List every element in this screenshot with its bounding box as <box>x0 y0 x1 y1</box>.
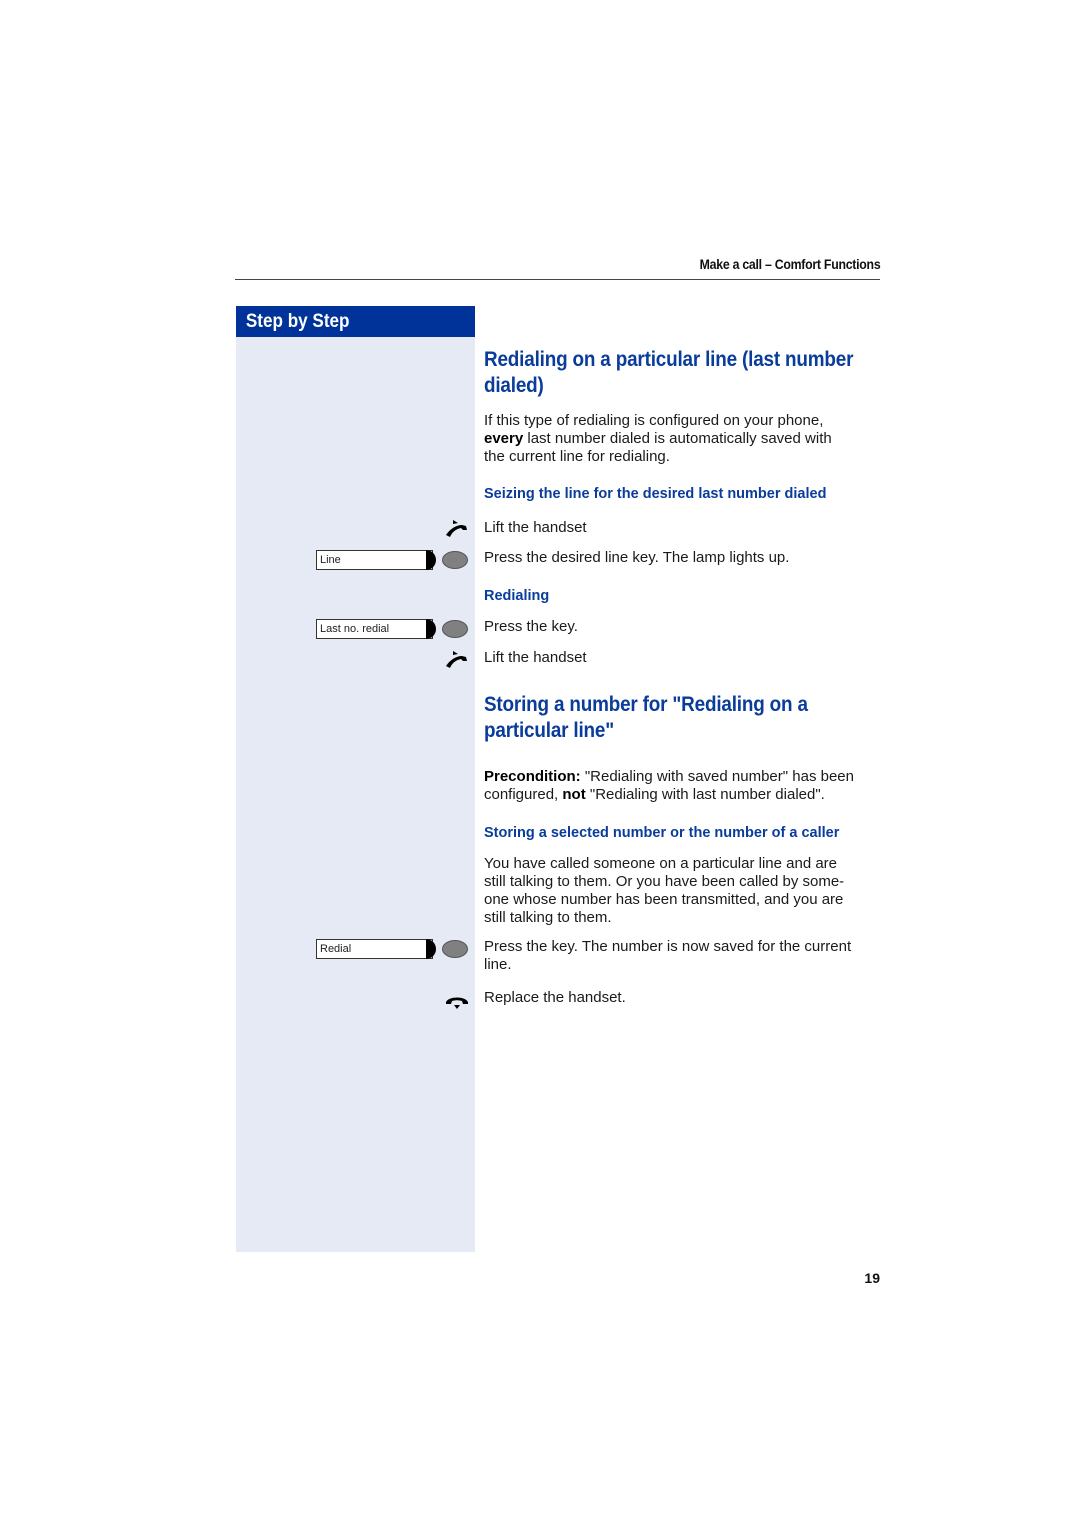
key-cap <box>426 619 436 639</box>
key-cap <box>426 939 436 959</box>
precondition-label: Precondition: <box>484 768 581 785</box>
text-line: configured, not "Redialing with last num… <box>484 786 884 804</box>
step-replace-handset: Replace the handset. <box>484 989 626 1006</box>
section-heading-storing-number: Storing a number for "Redialing on a par… <box>484 692 880 744</box>
line-key-label: Line <box>316 550 433 570</box>
text-span: configured, <box>484 786 563 803</box>
text-line: still talking to them. <box>484 909 612 926</box>
subheading-redialing: Redialing <box>484 588 550 604</box>
step-press-key: Press the key. <box>484 618 578 635</box>
text-span: "Redialing with last number dialed". <box>585 786 825 803</box>
text-line: still talking to them. Or you have been … <box>484 873 845 890</box>
last-no-redial-key[interactable]: Last no. redial <box>316 619 468 639</box>
heading-line: Redialing on a particular line (last num… <box>484 348 854 371</box>
emphasis: every <box>484 430 524 447</box>
step-press-line-key: Press the desired line key. The lamp lig… <box>484 549 790 566</box>
heading-line: Storing a number for "Redialing on a <box>484 693 808 716</box>
page-number: 19 <box>864 1270 880 1286</box>
text-line: Precondition: "Redialing with saved numb… <box>484 768 884 786</box>
lift-handset-icon <box>446 651 467 668</box>
subheading-seizing-line: Seizing the line for the desired last nu… <box>484 486 827 502</box>
lift-handset-icon <box>446 520 467 537</box>
sidebar-title-text: Step by Step <box>245 311 350 332</box>
header-divider <box>235 279 880 280</box>
step-by-step-sidebar <box>236 306 475 1252</box>
lamp-icon <box>442 620 468 638</box>
key-cap <box>426 550 436 570</box>
text-line: Press the key. The number is now saved f… <box>484 938 852 955</box>
text-line: You have called someone on a particular … <box>484 855 838 872</box>
lamp-icon <box>442 940 468 958</box>
subheading-storing-selected-number: Storing a selected number or the number … <box>484 825 840 841</box>
text-line: one whose number has been transmitted, a… <box>484 891 844 908</box>
text-span: "Redialing with saved number" has been <box>580 768 854 785</box>
sidebar-title: Step by Step <box>236 306 475 337</box>
line-key[interactable]: Line <box>316 550 468 570</box>
precondition-paragraph: Precondition: "Redialing with saved numb… <box>484 768 884 804</box>
replace-handset-icon <box>446 997 468 1009</box>
intro-paragraph: If this type of redialing is configured … <box>484 412 884 466</box>
heading-line: dialed) <box>484 374 544 397</box>
lamp-icon <box>442 551 468 569</box>
emphasis: not <box>562 786 586 803</box>
step-press-key-save: Press the key. The number is now saved f… <box>484 938 884 974</box>
text-line: If this type of redialing is configured … <box>484 412 824 429</box>
text-line: the current line for redialing. <box>484 448 670 465</box>
running-header: Make a call – Comfort Functions <box>699 256 880 272</box>
heading-line: particular line" <box>484 719 615 742</box>
body-paragraph: You have called someone on a particular … <box>484 855 884 927</box>
text-line: line. <box>484 956 512 973</box>
step-lift-handset: Lift the handset <box>484 519 587 536</box>
text-span: last number dialed is automatically save… <box>523 430 832 447</box>
section-heading-redialing-particular-line: Redialing on a particular line (last num… <box>484 347 880 399</box>
text-line: every last number dialed is automaticall… <box>484 430 884 448</box>
last-no-redial-key-label: Last no. redial <box>316 619 433 639</box>
redial-key-label: Redial <box>316 939 433 959</box>
redial-key[interactable]: Redial <box>316 939 468 959</box>
step-lift-handset: Lift the handset <box>484 649 587 666</box>
